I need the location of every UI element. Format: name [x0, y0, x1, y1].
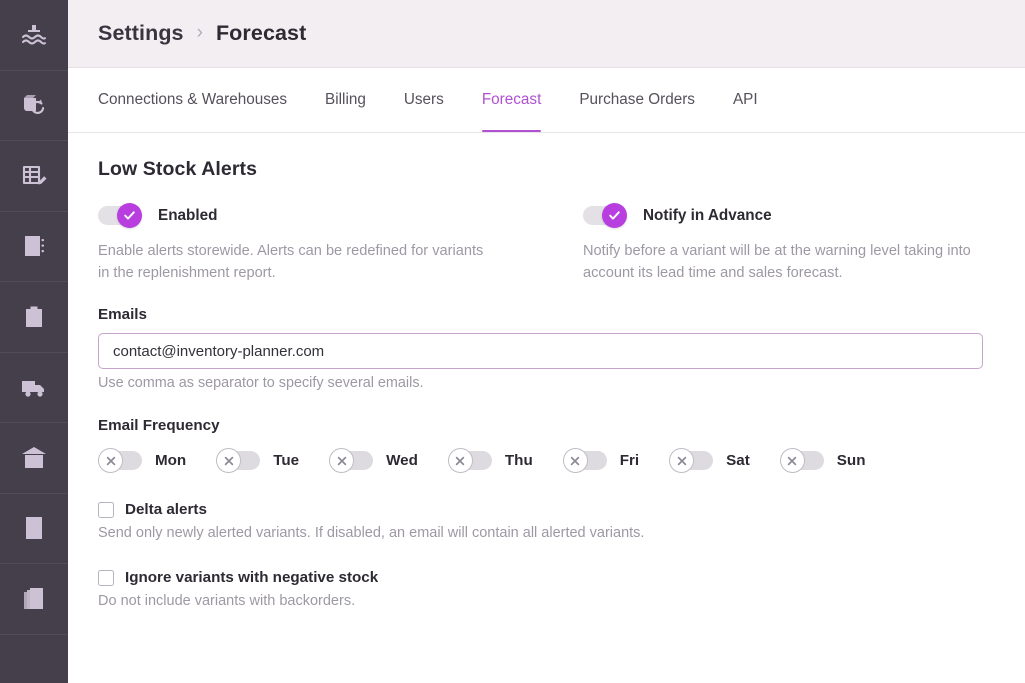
tab-api[interactable]: API	[733, 68, 758, 132]
page-title: Forecast	[215, 21, 307, 45]
frequency-toggle-sat[interactable]	[669, 448, 714, 474]
delta-alerts-description: Send only newly alerted variants. If dis…	[98, 525, 645, 542]
email-frequency-group: Email Frequency Mon Tue Wed Thu Fri Sat …	[98, 417, 995, 474]
emails-hint: Use comma as separator to specify severa…	[98, 375, 424, 392]
delta-alerts-group: Delta alerts Send only newly alerted var…	[98, 501, 995, 541]
frequency-label-thu: Thu	[504, 452, 533, 470]
frequency-toggle-fri[interactable]	[562, 448, 607, 474]
section-title-low-stock-alerts: Low Stock Alerts	[98, 158, 258, 180]
notify-toggle-description: Notify before a variant will be at the w…	[583, 243, 971, 282]
tab-billing[interactable]: Billing	[325, 68, 366, 132]
page-header: Settings › Forecast	[68, 0, 1025, 68]
check-icon	[609, 211, 620, 220]
x-icon	[788, 456, 797, 466]
notify-toggle-row: Notify in Advance	[583, 203, 995, 228]
notify-in-advance-toggle[interactable]	[583, 203, 627, 228]
calculator-icon	[19, 513, 49, 543]
settings-tabbar: Connections & Warehouses Billing Users F…	[68, 68, 1025, 133]
x-icon	[224, 456, 233, 466]
emails-input[interactable]	[98, 333, 983, 370]
waves-dashboard-icon	[19, 20, 49, 50]
toggle-knob	[562, 448, 588, 474]
report-chart-icon	[19, 584, 49, 614]
sidebar-item-replenishment[interactable]	[0, 71, 68, 141]
ignore-negative-label: Ignore variants with negative stock	[125, 569, 379, 587]
frequency-toggle-mon[interactable]	[98, 448, 142, 474]
frequency-label-mon: Mon	[155, 452, 187, 470]
toggle-knob	[602, 203, 627, 228]
frequency-label-sat: Sat	[726, 452, 750, 470]
frequency-toggle-sun[interactable]	[779, 448, 824, 474]
delta-alerts-label: Delta alerts	[125, 501, 207, 519]
tab-connections-warehouses[interactable]: Connections & Warehouses	[98, 68, 287, 132]
frequency-label-fri: Fri	[619, 452, 640, 470]
check-icon	[124, 211, 135, 220]
settings-body: Low Stock Alerts Enabled Enable alerts s…	[68, 133, 1025, 683]
frequency-toggle-thu[interactable]	[447, 448, 492, 474]
frequency-label-tue: Tue	[273, 452, 300, 470]
breadcrumb-root[interactable]: Settings	[98, 21, 184, 46]
sidebar-item-purchase-orders[interactable]	[0, 282, 68, 353]
enabled-toggle-label: Enabled	[158, 206, 218, 224]
app-root: Settings › Forecast Connections & Wareho…	[0, 0, 1025, 683]
frequency-item-mon: Mon	[98, 448, 187, 474]
x-icon	[106, 456, 115, 466]
ignore-negative-description: Do not include variants with backorders.	[98, 593, 356, 610]
truck-check-icon	[19, 372, 49, 402]
sidebar-item-shipments[interactable]	[0, 353, 68, 423]
table-pencil-icon	[19, 161, 49, 191]
tab-purchase-orders[interactable]: Purchase Orders	[579, 68, 695, 132]
frequency-item-sun: Sun	[779, 448, 866, 474]
x-icon	[456, 456, 465, 466]
content-pane: Settings › Forecast Connections & Wareho…	[68, 0, 1025, 683]
sidebar-item-vendors[interactable]	[0, 212, 68, 282]
sidebar-item-calculations[interactable]	[0, 494, 68, 564]
ignore-negative-row: Ignore variants with negative stock	[98, 569, 995, 586]
enabled-toggle[interactable]	[98, 203, 142, 228]
frequency-toggle-tue[interactable]	[216, 448, 261, 474]
box-refresh-icon	[19, 90, 49, 120]
frequency-toggle-wed[interactable]	[329, 448, 374, 474]
toggle-knob	[117, 203, 142, 228]
frequency-item-fri: Fri	[562, 448, 640, 474]
sidebar-item-dashboard[interactable]	[0, 0, 68, 71]
address-book-icon	[19, 231, 49, 261]
notify-toggle-group: Notify in Advance Notify before a varian…	[583, 203, 995, 284]
tab-forecast[interactable]: Forecast	[481, 68, 541, 132]
delta-alerts-row: Delta alerts	[98, 501, 995, 518]
email-frequency-label: Email Frequency	[98, 417, 220, 435]
x-icon	[337, 456, 346, 466]
enabled-toggle-row: Enabled	[98, 203, 583, 228]
frequency-label-sun: Sun	[836, 452, 866, 470]
chevron-right-icon: ›	[196, 22, 203, 43]
breadcrumb: Settings › Forecast	[98, 21, 306, 46]
ignore-negative-group: Ignore variants with negative stock Do n…	[98, 569, 995, 609]
frequency-label-wed: Wed	[386, 452, 418, 470]
delta-alerts-checkbox[interactable]	[98, 501, 114, 518]
alerts-toggle-row: Enabled Enable alerts storewide. Alerts …	[98, 203, 995, 284]
sidebar-item-forecast-edit[interactable]	[0, 141, 68, 212]
frequency-item-tue: Tue	[216, 448, 300, 474]
x-icon	[570, 456, 580, 466]
enabled-toggle-group: Enabled Enable alerts storewide. Alerts …	[98, 203, 583, 284]
sidebar-item-warehouses[interactable]	[0, 423, 68, 494]
emails-label: Emails	[98, 306, 147, 324]
email-frequency-row: Mon Tue Wed Thu Fri Sat Sun	[98, 448, 995, 474]
x-icon	[677, 456, 686, 466]
tab-users[interactable]: Users	[404, 68, 444, 132]
clipboard-check-icon	[19, 302, 49, 332]
enabled-toggle-description: Enable alerts storewide. Alerts can be r…	[98, 243, 484, 282]
frequency-item-thu: Thu	[447, 448, 533, 474]
warehouse-icon	[19, 443, 49, 473]
toggle-knob	[779, 448, 805, 474]
main-sidebar	[0, 0, 68, 683]
sidebar-item-reports[interactable]	[0, 564, 68, 635]
notify-toggle-label: Notify in Advance	[643, 206, 772, 224]
frequency-item-sat: Sat	[669, 448, 750, 474]
emails-field-group: Emails Use comma as separator to specify…	[98, 306, 995, 391]
ignore-negative-checkbox[interactable]	[98, 569, 114, 586]
frequency-item-wed: Wed	[329, 448, 418, 474]
